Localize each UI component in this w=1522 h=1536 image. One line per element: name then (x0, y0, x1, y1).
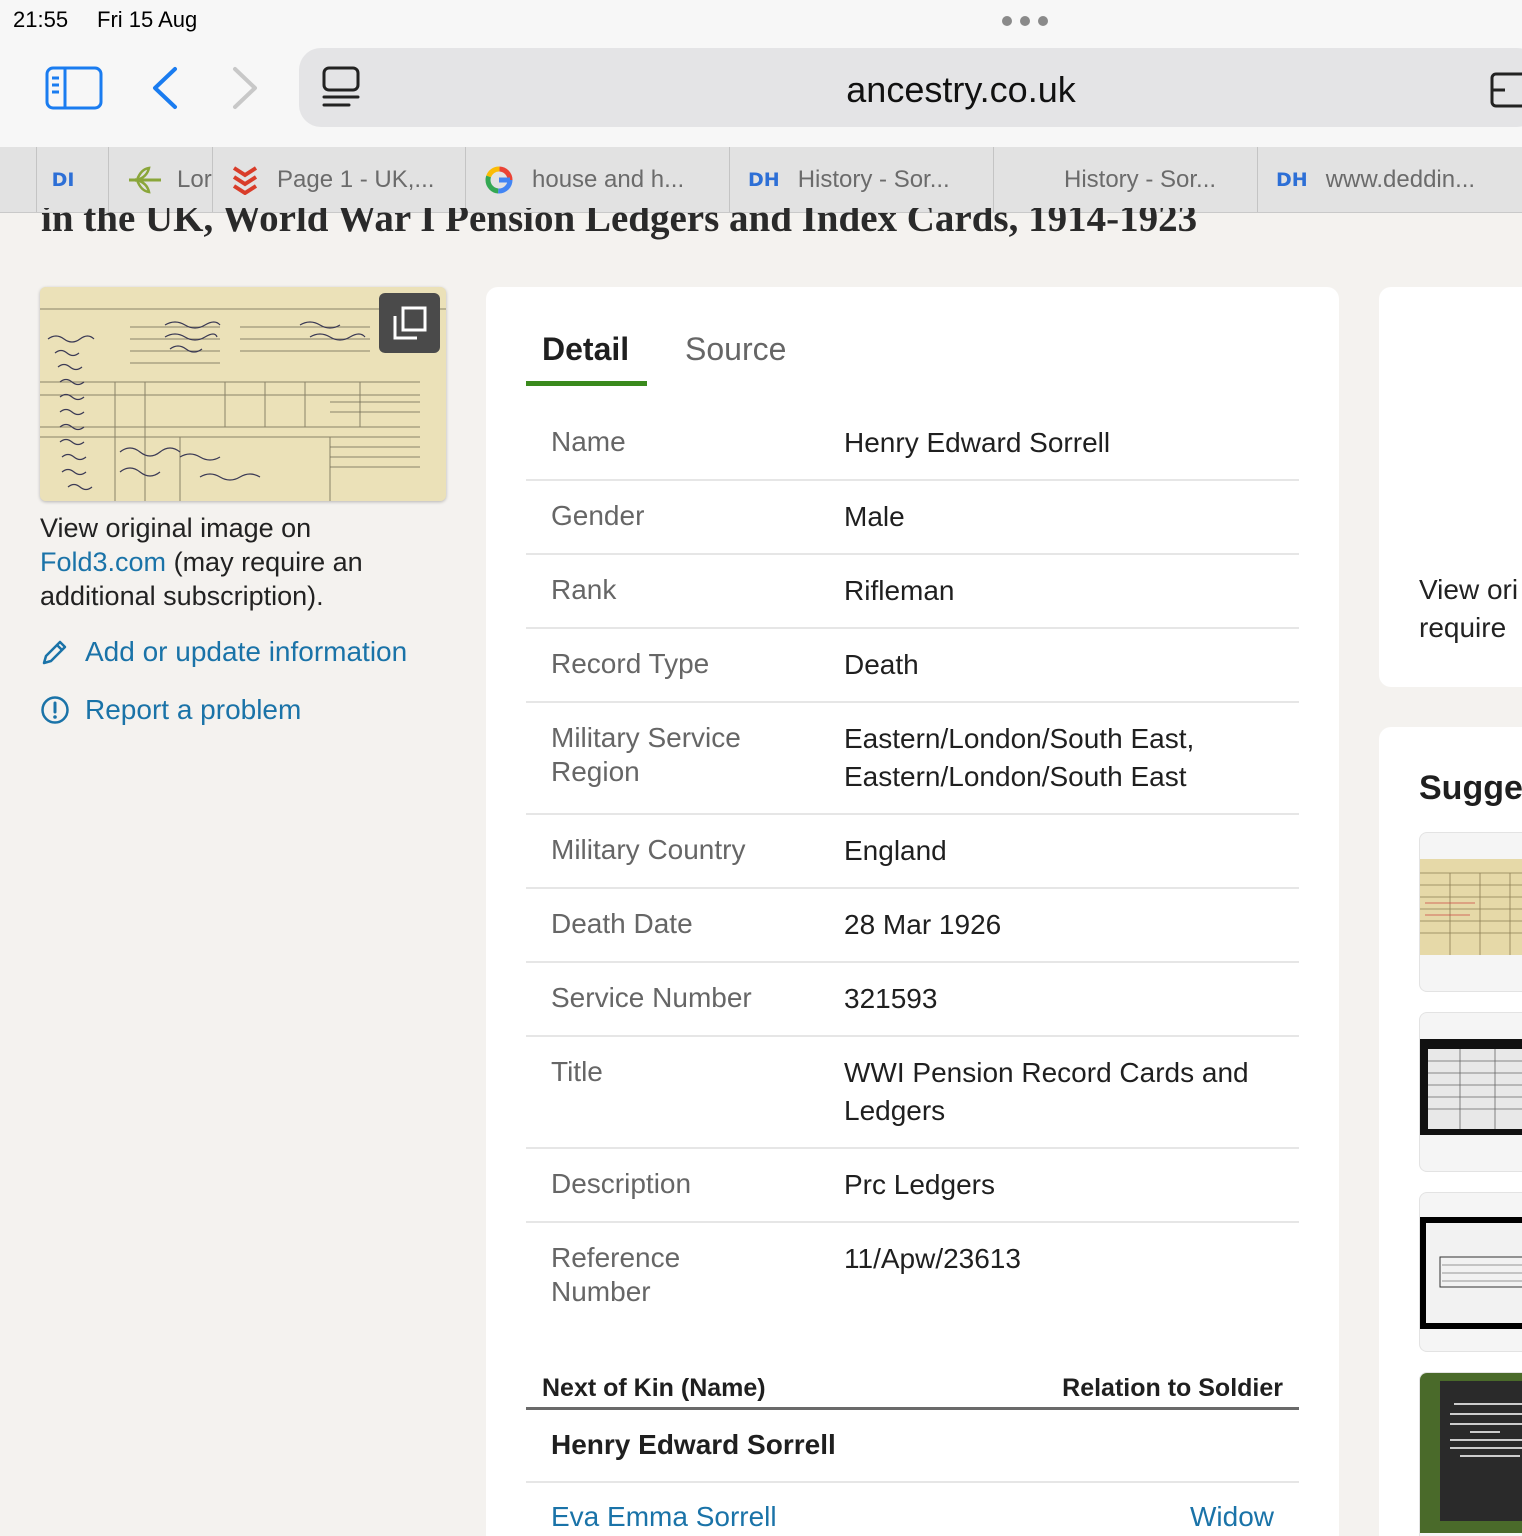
kin-relation-link[interactable]: Widow (1190, 1501, 1274, 1533)
report-problem-link[interactable]: Report a problem (40, 694, 301, 726)
status-date: Fri 15 Aug (97, 7, 198, 32)
detail-row-description: Description Prc Ledgers (526, 1149, 1299, 1223)
status-bar: 21:55 Fri 15 Aug (0, 0, 1522, 44)
tab-source[interactable]: Source (685, 331, 786, 368)
tab-label: www.deddin... (1325, 166, 1476, 193)
record-detail-card: Detail Source Name Henry Edward Sorrell … (486, 287, 1339, 1536)
browser-toolbar: ancestry.co.uk (0, 44, 1522, 147)
chevrons-favicon-icon (232, 166, 258, 195)
sidebar-icon[interactable] (45, 66, 103, 110)
next-of-kin-header: Next of Kin (Name) Relation to Soldier (526, 1370, 1299, 1410)
suggested-record-3[interactable] (1419, 1192, 1522, 1352)
detail-row-military-country: Military Country England (526, 815, 1299, 889)
gravestone-image (1420, 1373, 1522, 1533)
detail-row-gender: Gender Male (526, 481, 1299, 555)
multitasking-dots-icon[interactable] (1002, 16, 1048, 26)
tab-label: house and h... (532, 166, 685, 193)
suggested-record-4[interactable] (1419, 1372, 1522, 1536)
tab-5[interactable]: DH History - Sor... (729, 147, 993, 212)
detail-row-name: Name Henry Edward Sorrell (526, 407, 1299, 481)
dh-favicon-icon: DH (748, 169, 780, 191)
tab-label: Page 1 - UK,... (277, 166, 435, 193)
view-original-text: View original image on Fold3.com (may re… (40, 513, 363, 611)
status-time: 21:55 (13, 7, 69, 32)
expand-image-button[interactable] (379, 293, 440, 353)
detail-row-rank: Rank Rifleman (526, 555, 1299, 629)
tab-4[interactable]: house and h... (465, 147, 729, 212)
pencil-icon (42, 640, 67, 665)
reader-icon[interactable] (1489, 71, 1522, 109)
detail-row-death-date: Death Date 28 Mar 1926 (526, 889, 1299, 963)
suggested-records-card: Sugge (1379, 727, 1522, 1536)
expand-icon (393, 306, 426, 340)
suggested-record-2[interactable] (1419, 1012, 1522, 1172)
active-tab-indicator (526, 381, 647, 386)
dh-favicon-icon: DH (1276, 169, 1308, 191)
url-text[interactable]: ancestry.co.uk (299, 69, 1522, 111)
fold3-link[interactable]: Fold3.com (40, 547, 166, 577)
register-image (1420, 1039, 1522, 1135)
tab-label: History - Sor... (797, 166, 950, 193)
tab-strip: DI Lor Page 1 - UK,... house and h... DH… (0, 147, 1522, 213)
detail-row-record-type: Record Type Death (526, 629, 1299, 703)
tab-label: History - Sor... (1064, 166, 1217, 193)
tab-3[interactable]: Page 1 - UK,... (212, 147, 465, 212)
kin-entry-row: Eva Emma Sorrell Widow (526, 1483, 1299, 1536)
tab-detail[interactable]: Detail (542, 331, 629, 368)
alert-circle-icon (41, 696, 69, 724)
census-image (1420, 859, 1522, 955)
add-update-link[interactable]: Add or update information (40, 636, 407, 668)
tab-2[interactable]: Lor (108, 147, 212, 212)
tab-1[interactable]: DI (36, 147, 108, 212)
right-view-original-card: View ori require (1379, 287, 1522, 687)
right-view-text: View ori require (1419, 574, 1519, 643)
dh-favicon-icon: DI (51, 169, 75, 191)
detail-row-title: Title WWI Pension Record Cards and Ledge… (526, 1037, 1299, 1149)
google-favicon-icon (485, 166, 513, 194)
suggested-record-1[interactable] (1419, 832, 1522, 992)
tab-7[interactable]: DH www.deddin... (1257, 147, 1522, 212)
kin-soldier-row: Henry Edward Sorrell (526, 1413, 1299, 1483)
detail-row-reference-number: Reference Number 11/Apw/23613 (551, 1242, 1021, 1307)
detail-row-military-service-region: Military Service Region Eastern/London/S… (526, 703, 1299, 815)
address-bar[interactable]: ancestry.co.uk (299, 48, 1522, 127)
forward-icon[interactable] (228, 66, 262, 110)
tab-label: Lor (177, 166, 212, 193)
kin-name-link[interactable]: Eva Emma Sorrell (551, 1501, 777, 1533)
back-icon[interactable] (148, 66, 182, 110)
certificate-image (1420, 1217, 1522, 1329)
tab-6[interactable]: History - Sor... (993, 147, 1257, 212)
suggested-heading: Sugge (1419, 769, 1522, 807)
ancestry-leaf-icon (129, 166, 161, 194)
detail-row-service-number: Service Number 321593 (526, 963, 1299, 1037)
